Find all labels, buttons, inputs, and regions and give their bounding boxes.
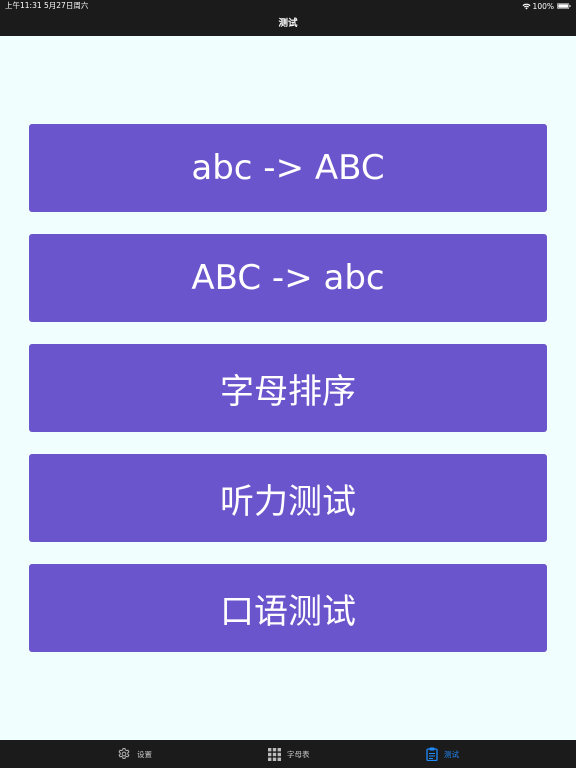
top-bar: 上午11:31 5月27日周六 100% 测试 [0, 0, 576, 36]
tab-settings-label: 设置 [137, 749, 152, 759]
tab-alphabet-label: 字母表 [287, 749, 310, 759]
battery-icon [557, 3, 571, 9]
tab-settings[interactable]: 设置 [117, 740, 152, 768]
page-title: 测试 [278, 18, 298, 29]
battery-percent: 100% [532, 1, 554, 11]
tab-test[interactable]: 测试 [426, 740, 459, 768]
test-speaking-button[interactable]: 口语测试 [29, 564, 547, 652]
grid-icon [268, 747, 281, 761]
status-indicators: 100% [522, 1, 571, 11]
tab-test-label: 测试 [444, 749, 459, 759]
test-listening-button[interactable]: 听力测试 [29, 454, 547, 542]
test-alphabet-order-button[interactable]: 字母排序 [29, 344, 547, 432]
status-time-date: 上午11:31 5月27日周六 [5, 1, 89, 10]
wifi-icon [522, 3, 531, 9]
gear-icon [118, 747, 130, 760]
tab-bar: 设置 字母表 测试 [0, 740, 576, 768]
clipboard-icon [426, 747, 438, 761]
test-upper-to-lower-button[interactable]: ABC -> abc [29, 234, 547, 322]
test-lower-to-upper-button[interactable]: abc -> ABC [29, 124, 547, 212]
tab-alphabet[interactable]: 字母表 [268, 740, 310, 768]
main-content: abc -> ABC ABC -> abc 字母排序 听力测试 口语测试 [0, 36, 576, 740]
